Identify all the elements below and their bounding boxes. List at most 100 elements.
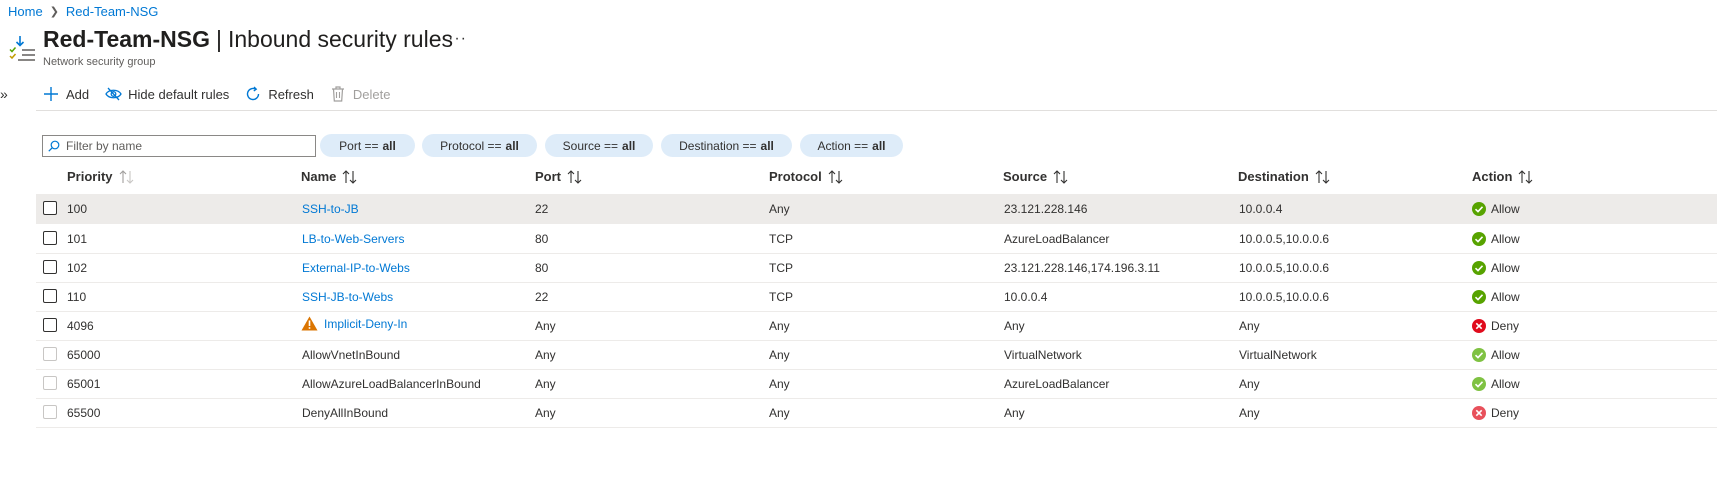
title-separator: | [216, 26, 222, 52]
rule-name-link[interactable]: Implicit-Deny-In [324, 317, 407, 331]
sort-icon [828, 169, 844, 184]
table-row[interactable]: 102 External-IP-to-Webs 80 TCP 23.121.22… [36, 253, 1717, 283]
row-checkbox[interactable] [43, 318, 57, 332]
table-row[interactable]: 101 LB-to-Web-Servers 80 TCP AzureLoadBa… [36, 224, 1717, 254]
table-row[interactable]: 65000 AllowVnetInBound Any Any VirtualNe… [36, 340, 1717, 370]
table-row[interactable]: 110 SSH-JB-to-Webs 22 TCP 10.0.0.4 10.0.… [36, 282, 1717, 312]
deny-x-icon [1472, 319, 1486, 333]
row-checkbox-disabled [43, 376, 57, 390]
action-label: Allow [1491, 377, 1520, 391]
column-header-priority[interactable]: Priority [67, 169, 135, 184]
protocol-cell: TCP [769, 261, 793, 275]
destination-filter-value: all [760, 138, 774, 153]
action-label: Deny [1491, 406, 1520, 420]
row-checkbox[interactable] [43, 201, 57, 215]
source-cell: 23.121.228.146 [1004, 202, 1088, 216]
destination-cell: Any [1239, 406, 1260, 420]
rule-name-link[interactable]: LB-to-Web-Servers [302, 232, 404, 246]
protocol-cell: Any [769, 319, 790, 333]
chevron-right-icon: ❯ [49, 6, 59, 18]
filter-by-name-input[interactable] [66, 139, 306, 153]
priority-cell: 65001 [67, 377, 101, 391]
name-header-label: Name [301, 169, 337, 184]
table-row[interactable]: 65001 AllowAzureLoadBalancerInBound Any … [36, 369, 1717, 399]
sort-ascending-icon [119, 169, 135, 184]
column-header-action[interactable]: Action [1472, 169, 1534, 184]
expand-menu-icon[interactable]: » [0, 86, 8, 102]
refresh-label: Refresh [268, 86, 314, 102]
row-checkbox[interactable] [43, 231, 57, 245]
port-cell: Any [535, 348, 556, 362]
priority-cell: 102 [67, 261, 88, 275]
priority-cell: 101 [67, 232, 88, 246]
column-header-name[interactable]: Name [301, 169, 358, 184]
destination-cell: 10.0.0.4 [1239, 202, 1283, 216]
priority-cell: 65000 [67, 348, 101, 362]
destination-cell: 10.0.0.5,10.0.0.6 [1239, 232, 1330, 246]
destination-filter-pill[interactable]: Destination == all [661, 134, 792, 157]
source-cell: Any [1004, 319, 1025, 333]
table-row[interactable]: 65500 DenyAllInBound Any Any Any Any Den… [36, 398, 1717, 428]
refresh-button[interactable]: Refresh [244, 85, 314, 103]
row-checkbox-disabled [43, 347, 57, 361]
filter-by-name-box[interactable] [42, 135, 316, 157]
source-filter-pill[interactable]: Source == all [545, 134, 653, 157]
add-button[interactable]: Add [42, 85, 89, 103]
protocol-cell: TCP [769, 290, 793, 304]
source-cell: 10.0.0.4 [1004, 290, 1048, 304]
refresh-icon [244, 85, 262, 103]
resource-name: Red-Team-NSG [43, 26, 210, 52]
toolbar-divider [36, 110, 1717, 111]
breadcrumb-nsg-link[interactable]: Red-Team-NSG [66, 4, 158, 19]
sort-icon [1518, 169, 1534, 184]
row-checkbox[interactable] [43, 260, 57, 274]
rule-name-link[interactable]: SSH-JB-to-Webs [302, 290, 393, 304]
protocol-cell: Any [769, 202, 790, 216]
port-filter-pill[interactable]: Port == all [320, 134, 415, 157]
delete-button[interactable]: Delete [329, 85, 390, 103]
breadcrumb-home-link[interactable]: Home [8, 4, 43, 19]
allow-check-icon [1472, 348, 1486, 362]
protocol-cell: Any [769, 348, 790, 362]
rule-name-link[interactable]: External-IP-to-Webs [302, 261, 410, 275]
priority-header-label: Priority [67, 169, 113, 184]
allow-check-icon [1472, 232, 1486, 246]
action-cell: Allow [1472, 377, 1520, 391]
port-header-label: Port [535, 169, 561, 184]
eye-hide-icon [104, 85, 122, 103]
page-title: Red-Team-NSG | Inbound security rules [43, 26, 453, 53]
inbound-rules-icon [8, 34, 36, 62]
breadcrumb: Home ❯ Red-Team-NSG [8, 4, 158, 19]
destination-cell: 10.0.0.5,10.0.0.6 [1239, 290, 1330, 304]
add-label: Add [66, 86, 90, 102]
deny-x-icon [1472, 406, 1486, 420]
table-row[interactable]: 4096 Implicit-Deny-In Any Any Any Any De… [36, 311, 1717, 341]
rule-name-link[interactable]: SSH-to-JB [302, 202, 359, 216]
hide-default-rules-label: Hide default rules [128, 86, 230, 102]
port-cell: 80 [535, 261, 549, 275]
plus-icon [42, 85, 60, 103]
hide-default-rules-button[interactable]: Hide default rules [104, 85, 229, 103]
column-header-port[interactable]: Port [535, 169, 583, 184]
column-header-source[interactable]: Source [1003, 169, 1069, 184]
port-filter-value: all [382, 138, 396, 153]
protocol-filter-pill[interactable]: Protocol == all [422, 134, 537, 157]
action-label: Allow [1491, 348, 1520, 362]
rule-name-cell: AllowAzureLoadBalancerInBound [302, 377, 481, 391]
action-cell: Allow [1472, 232, 1520, 246]
sort-icon [1053, 169, 1069, 184]
action-label: Deny [1491, 319, 1520, 333]
more-options-button[interactable]: ··· [448, 30, 467, 48]
column-header-destination[interactable]: Destination [1238, 169, 1331, 184]
table-row[interactable]: 100 SSH-to-JB 22 Any 23.121.228.146 10.0… [36, 194, 1717, 224]
column-header-protocol[interactable]: Protocol [769, 169, 844, 184]
row-checkbox[interactable] [43, 289, 57, 303]
sort-icon [567, 169, 583, 184]
action-filter-pill[interactable]: Action == all [800, 134, 903, 157]
action-label: Allow [1491, 290, 1520, 304]
priority-cell: 4096 [67, 319, 94, 333]
action-cell: Allow [1472, 290, 1520, 304]
warning-icon [301, 316, 318, 331]
destination-cell: Any [1239, 377, 1260, 391]
action-cell: Allow [1472, 202, 1520, 216]
